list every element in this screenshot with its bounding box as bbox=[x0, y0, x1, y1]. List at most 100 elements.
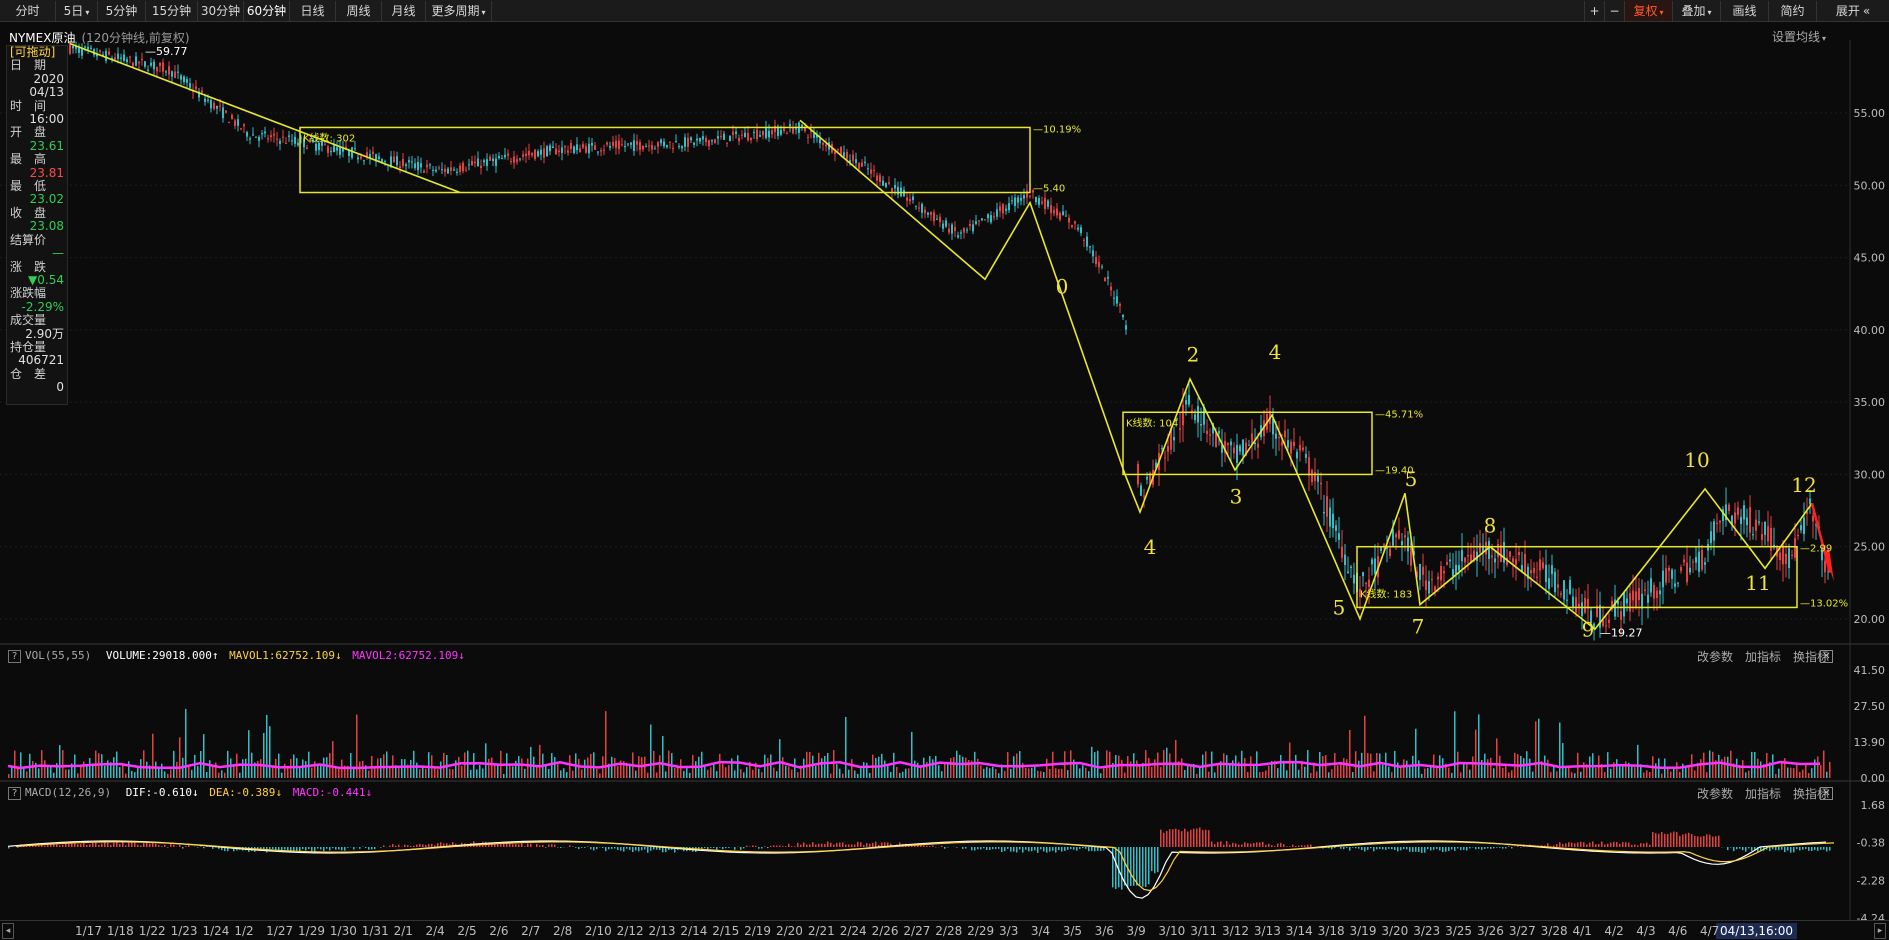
candle bbox=[627, 143, 629, 147]
macd-bar bbox=[158, 845, 160, 847]
adjust-button[interactable]: 复权 ▾ bbox=[1624, 1, 1672, 21]
period-tab-60min[interactable]: 60分钟 bbox=[244, 1, 290, 21]
volume-bar bbox=[209, 760, 211, 778]
volume-bar bbox=[1229, 763, 1231, 778]
quote-info-panel[interactable]: [可拖动] 日 期 2020 04/13 时 间 16:00 开 盘 23.61… bbox=[6, 45, 68, 405]
candle-body bbox=[564, 146, 566, 148]
candle bbox=[1221, 429, 1223, 467]
candle-body bbox=[351, 147, 353, 158]
macd-bar bbox=[713, 847, 715, 848]
volume-bar bbox=[1208, 771, 1210, 778]
volume-bar bbox=[779, 739, 781, 778]
macd-bar bbox=[818, 843, 820, 847]
candle bbox=[246, 130, 248, 141]
macd-bar bbox=[494, 844, 496, 847]
candle-body bbox=[1020, 197, 1022, 201]
period-tab-15min[interactable]: 15分钟 bbox=[146, 1, 198, 21]
close-icon[interactable]: ✕ bbox=[1820, 787, 1833, 800]
macd-name: MACD(12,26,9) bbox=[25, 786, 112, 799]
macd-bar bbox=[1778, 847, 1780, 851]
period-tab-week[interactable]: 周线 bbox=[336, 1, 382, 21]
candle-body bbox=[939, 216, 941, 223]
arrow-down-icon: ↓ bbox=[458, 649, 465, 662]
candle bbox=[1542, 557, 1544, 570]
candle-body bbox=[489, 156, 491, 161]
candle bbox=[426, 160, 428, 174]
volume-bar bbox=[335, 767, 337, 778]
candle bbox=[714, 138, 716, 144]
candle bbox=[1764, 521, 1766, 546]
candle-body bbox=[693, 142, 695, 145]
candle-body bbox=[1557, 584, 1559, 588]
scroll-left-icon[interactable]: ◂ bbox=[2, 923, 14, 939]
candle-body bbox=[1053, 210, 1055, 214]
period-tab-5day[interactable]: 5日 ▾ bbox=[56, 1, 98, 21]
candle bbox=[939, 213, 941, 228]
candle-body bbox=[696, 138, 698, 141]
macd-bar bbox=[1664, 833, 1666, 847]
candle-body bbox=[1320, 482, 1322, 485]
period-tab-30min[interactable]: 30分钟 bbox=[198, 1, 244, 21]
volume-bar bbox=[719, 753, 721, 778]
candle-body bbox=[555, 148, 557, 155]
volume-bar bbox=[62, 750, 64, 778]
candle-body bbox=[657, 142, 659, 147]
macd-bar bbox=[1295, 845, 1297, 847]
candle bbox=[1056, 203, 1058, 219]
macd-bar bbox=[977, 847, 979, 850]
macd-bar bbox=[1823, 847, 1825, 850]
candle-body bbox=[1122, 314, 1124, 318]
volume-bar bbox=[1682, 763, 1684, 778]
candle bbox=[201, 87, 203, 94]
help-icon[interactable]: ? bbox=[8, 787, 21, 800]
period-tab-more[interactable]: 更多周期 ▾ bbox=[426, 1, 492, 21]
zoom-out-button[interactable]: − bbox=[1604, 1, 1624, 21]
candle bbox=[1641, 579, 1643, 625]
period-more-label: 更多周期 bbox=[431, 4, 480, 18]
macd-bar bbox=[1595, 844, 1597, 847]
macd-bar bbox=[272, 847, 274, 849]
period-tab-timeshare[interactable]: 分时 bbox=[0, 1, 56, 21]
candle bbox=[147, 65, 149, 73]
edit-params-button[interactable]: 改参数 bbox=[1697, 650, 1733, 664]
ma-setting-button[interactable]: 设置均线 ▾ bbox=[1772, 28, 1826, 45]
candle bbox=[1533, 562, 1535, 579]
candle bbox=[744, 126, 746, 138]
candle bbox=[1758, 509, 1760, 526]
overlay-button[interactable]: 叠加 ▾ bbox=[1672, 1, 1720, 21]
candle bbox=[1524, 540, 1526, 588]
draggable-tag[interactable]: [可拖动] bbox=[7, 45, 67, 59]
scroll-right-icon[interactable]: ▸ bbox=[1874, 923, 1886, 939]
macd-bar bbox=[170, 843, 172, 847]
macd-bar bbox=[1397, 847, 1399, 852]
expand-button[interactable]: 展开 « bbox=[1816, 1, 1889, 21]
add-indicator-button[interactable]: 加指标 bbox=[1745, 650, 1781, 664]
add-indicator-button[interactable]: 加指标 bbox=[1745, 787, 1781, 801]
period-tab-day[interactable]: 日线 bbox=[290, 1, 336, 21]
macd-bar bbox=[1511, 847, 1513, 849]
date-tick-label: 2/19 bbox=[744, 924, 772, 938]
candle-body bbox=[270, 135, 272, 137]
candle-body bbox=[174, 71, 176, 78]
macd-bar bbox=[1310, 844, 1312, 847]
candle-body bbox=[942, 223, 944, 229]
zoom-in-button[interactable]: + bbox=[1584, 1, 1604, 21]
edit-params-button[interactable]: 改参数 bbox=[1697, 787, 1733, 801]
macd-bar bbox=[1718, 835, 1720, 847]
macd-bar bbox=[1517, 846, 1519, 847]
period-tab-month[interactable]: 月线 bbox=[382, 1, 426, 21]
period-tab-5min[interactable]: 5分钟 bbox=[98, 1, 146, 21]
volume-bar bbox=[1415, 728, 1417, 778]
candle-body bbox=[1197, 405, 1199, 423]
simple-mode-button[interactable]: 简约 bbox=[1768, 1, 1816, 21]
candle bbox=[1338, 517, 1340, 549]
close-icon[interactable]: ✕ bbox=[1820, 650, 1833, 663]
candle-body bbox=[1563, 580, 1565, 600]
candle-body bbox=[612, 142, 614, 146]
candle-body bbox=[603, 149, 605, 151]
help-icon[interactable]: ? bbox=[8, 650, 21, 663]
volume-bar bbox=[962, 756, 964, 778]
volume-bar bbox=[782, 757, 784, 778]
candle bbox=[519, 157, 521, 162]
draw-line-button[interactable]: 画线 bbox=[1720, 1, 1768, 21]
